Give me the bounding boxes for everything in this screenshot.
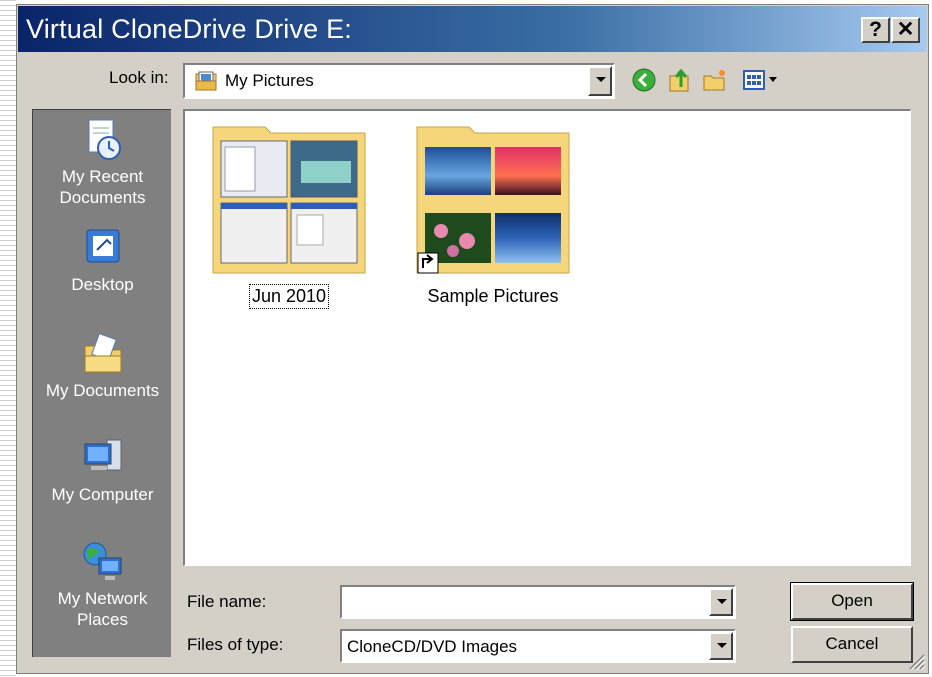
place-my-computer[interactable]: My Computer bbox=[33, 436, 172, 505]
background-edge bbox=[0, 0, 16, 677]
place-label: Desktop bbox=[71, 275, 134, 294]
new-folder-icon[interactable] bbox=[702, 67, 728, 93]
place-desktop[interactable]: Desktop bbox=[33, 226, 172, 295]
file-name-label: Sample Pictures bbox=[427, 286, 559, 306]
file-name-dropdown-arrow[interactable] bbox=[709, 588, 733, 616]
resize-grip-icon[interactable] bbox=[906, 651, 926, 671]
look-in-label: Look in: bbox=[109, 68, 169, 87]
network-places-icon bbox=[83, 542, 121, 580]
file-name-label: Jun 2010 bbox=[248, 284, 330, 309]
files-of-type-value: CloneCD/DVD Images bbox=[347, 637, 518, 656]
folder-icon bbox=[416, 126, 570, 274]
folder-icon bbox=[212, 126, 366, 274]
place-my-documents[interactable]: My Documents bbox=[33, 332, 172, 401]
look-in-value: My Pictures bbox=[225, 71, 314, 90]
recent-documents-icon bbox=[88, 119, 121, 160]
look-in-dropdown-arrow[interactable] bbox=[588, 66, 612, 96]
cancel-button[interactable]: Cancel bbox=[791, 626, 913, 663]
place-label: My Documents bbox=[45, 381, 160, 400]
place-label: My Computer bbox=[51, 485, 154, 504]
folder-thumbnail bbox=[415, 121, 571, 275]
views-menu-icon[interactable] bbox=[742, 67, 786, 93]
file-name-field[interactable] bbox=[340, 585, 736, 619]
files-of-type-dropdown[interactable]: CloneCD/DVD Images bbox=[340, 629, 736, 663]
file-list-view[interactable]: Jun 2010 Sample Pictures bbox=[183, 109, 911, 566]
place-label: My Network Places bbox=[57, 589, 148, 629]
folder-thumbnail bbox=[211, 121, 367, 275]
places-bar: My Recent Documents Desktop My Documents bbox=[32, 109, 171, 657]
place-my-network-places[interactable]: My Network Places bbox=[33, 540, 172, 630]
window-title: Virtual CloneDrive Drive E: bbox=[26, 14, 353, 44]
file-name-field-label: File name: bbox=[187, 592, 267, 611]
close-button[interactable]: ✕ bbox=[891, 17, 920, 43]
file-open-dialog: Virtual CloneDrive Drive E: ? ✕ Look in:… bbox=[16, 4, 929, 674]
title-bar[interactable]: Virtual CloneDrive Drive E: ? ✕ bbox=[18, 6, 927, 52]
files-of-type-label: Files of type: bbox=[187, 635, 284, 654]
files-of-type-dropdown-arrow[interactable] bbox=[709, 632, 733, 660]
folder-item-sample-pictures[interactable]: Sample Pictures bbox=[413, 121, 573, 308]
my-computer-icon bbox=[84, 439, 121, 471]
desktop-icon bbox=[86, 229, 119, 263]
help-button[interactable]: ? bbox=[861, 17, 890, 43]
my-pictures-icon bbox=[195, 71, 217, 91]
place-label: My Recent Documents bbox=[59, 167, 146, 207]
place-my-recent-documents[interactable]: My Recent Documents bbox=[33, 118, 172, 208]
up-folder-icon[interactable] bbox=[667, 67, 693, 93]
back-icon[interactable] bbox=[631, 67, 657, 93]
my-documents-icon bbox=[84, 332, 121, 373]
look-in-dropdown[interactable]: My Pictures bbox=[183, 63, 615, 99]
open-button[interactable]: Open bbox=[790, 582, 914, 621]
folder-item-jun-2010[interactable]: Jun 2010 bbox=[209, 121, 369, 309]
